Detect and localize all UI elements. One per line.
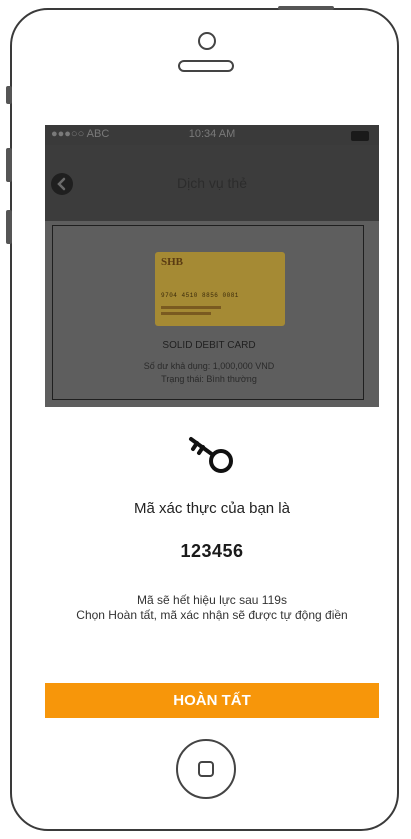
key-icon — [189, 437, 233, 473]
battery-icon — [351, 131, 369, 141]
otp-note: Mã sẽ hết hiệu lực sau 119s Chọn Hoàn tấ… — [65, 593, 359, 623]
card-balance: Số dư khả dụng: 1,000,000 VND — [143, 361, 275, 371]
volume-down-button — [6, 210, 12, 244]
otp-autofill-note: Chọn Hoàn tất, mã xác nhận sẽ được tự độ… — [76, 608, 348, 622]
status-bar: ●●●○○ ABC 10:34 AM — [45, 125, 379, 145]
volume-up-button — [6, 148, 12, 182]
done-button[interactable]: HOÀN TẤT — [45, 683, 379, 718]
card-name: SOLID DEBIT CARD — [162, 340, 256, 351]
otp-dialog: Mã xác thực của bạn là 123456 Mã sẽ hết … — [45, 407, 379, 683]
card-expiry-strip — [161, 312, 211, 315]
otp-title: Mã xác thực của bạn là — [134, 500, 290, 517]
bank-card-image: SHB 9704 4510 8856 0081 — [155, 252, 285, 326]
card-panel: SHB 9704 4510 8856 0081 SOLID DEBIT CARD… — [52, 225, 364, 400]
otp-code: 123456 — [180, 541, 244, 561]
navigation-bar: Dịch vụ thẻ — [45, 145, 379, 221]
bank-logo: SHB — [161, 256, 184, 268]
card-status: Trạng thái: Bình thường — [161, 374, 257, 384]
power-button — [278, 6, 334, 10]
home-button-icon — [198, 761, 214, 777]
phone-screen: ●●●○○ ABC 10:34 AM Dịch vụ thẻ SHB 9704 … — [45, 125, 379, 718]
card-number: 9704 4510 8856 0081 — [161, 292, 239, 299]
mute-switch — [6, 86, 12, 104]
status-time: 10:34 AM — [188, 128, 236, 140]
page-title: Dịch vụ thẻ — [176, 175, 248, 191]
otp-expiry-note: Mã sẽ hết hiệu lực sau 119s — [137, 593, 287, 607]
earpiece-speaker — [178, 60, 234, 72]
card-holder-strip — [161, 306, 221, 309]
home-button[interactable] — [176, 739, 236, 799]
front-camera — [198, 32, 216, 50]
